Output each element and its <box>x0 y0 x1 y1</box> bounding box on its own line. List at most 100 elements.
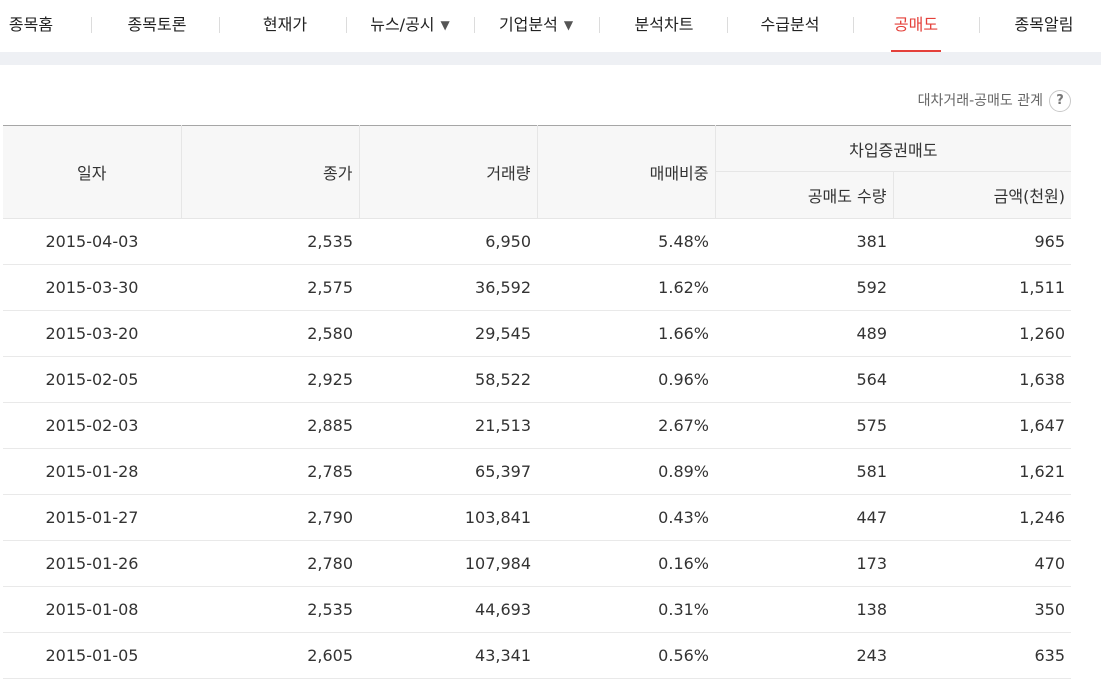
cell-close: 2,605 <box>181 632 359 679</box>
tab-divider <box>979 17 980 33</box>
cell-date: 2015-01-27 <box>3 494 181 541</box>
cell-close: 2,575 <box>181 264 359 311</box>
cell-trade-ratio: 1.62% <box>537 264 715 311</box>
cell-amount: 1,260 <box>893 310 1072 357</box>
header-trade-ratio: 매매비중 <box>537 125 716 219</box>
table-row: 2015-03-30 2,575 36,592 1.62% 592 1,511 <box>3 264 1072 311</box>
tab-label: 종목홈 <box>8 15 54 34</box>
header-short-qty: 공매도 수량 <box>715 171 894 219</box>
tab-divider <box>599 17 600 33</box>
cell-amount: 635 <box>893 632 1072 679</box>
table-row: 2015-03-20 2,580 29,545 1.66% 489 1,260 <box>3 310 1072 357</box>
cell-date: 2015-02-05 <box>3 356 181 403</box>
cell-date: 2015-02-03 <box>3 402 181 449</box>
cell-trade-ratio: 0.96% <box>537 356 715 403</box>
cell-trade-ratio: 1.66% <box>537 310 715 357</box>
tab-short-selling[interactable]: 공매도 <box>891 0 941 52</box>
cell-amount: 1,638 <box>893 356 1072 403</box>
tab-supply-demand[interactable]: 수급분석 <box>755 0 825 52</box>
chevron-down-icon: ▼ <box>563 18 574 32</box>
tab-label: 현재가 <box>262 15 308 34</box>
tab-label: 기업분석 <box>498 15 558 34</box>
chevron-down-icon: ▼ <box>440 18 450 32</box>
lending-short-relation-link[interactable]: 대차거래-공매도 관계? <box>918 89 1071 113</box>
cell-volume: 21,513 <box>359 402 537 449</box>
tab-divider <box>91 17 92 33</box>
tab-current-price[interactable]: 현재가 <box>254 0 316 52</box>
help-icon[interactable]: ? <box>1049 90 1071 112</box>
cell-short-qty: 243 <box>715 632 893 679</box>
cell-close: 2,535 <box>181 218 359 265</box>
header-amount: 금액(천원) <box>893 171 1072 219</box>
cell-close: 2,885 <box>181 402 359 449</box>
cell-volume: 107,984 <box>359 540 537 587</box>
cell-short-qty: 138 <box>715 586 893 633</box>
cell-volume: 29,545 <box>359 310 537 357</box>
cell-date: 2015-03-20 <box>3 310 181 357</box>
tab-label: 공매도 <box>893 15 939 34</box>
cell-volume: 6,950 <box>359 218 537 265</box>
tab-divider <box>346 17 347 33</box>
table-row: 2015-02-03 2,885 21,513 2.67% 575 1,647 <box>3 402 1072 449</box>
cell-amount: 1,511 <box>893 264 1072 311</box>
cell-close: 2,925 <box>181 356 359 403</box>
cell-short-qty: 564 <box>715 356 893 403</box>
tab-label: 종목알림 <box>1014 15 1074 34</box>
cell-short-qty: 381 <box>715 218 893 265</box>
cell-trade-ratio: 2.67% <box>537 402 715 449</box>
cell-date: 2015-01-26 <box>3 540 181 587</box>
tab-news-disclosure[interactable]: 뉴스/공시 ▼ <box>360 0 460 52</box>
table-row: 2015-04-03 2,535 6,950 5.48% 381 965 <box>3 218 1072 265</box>
table-body: 2015-04-03 2,535 6,950 5.48% 381 965 2015-03-3… <box>3 218 1072 679</box>
tab-label: 수급분석 <box>760 15 820 34</box>
table-row: 2015-01-08 2,535 44,693 0.31% 138 350 <box>3 586 1072 633</box>
table-row: 2015-01-26 2,780 107,984 0.16% 173 470 <box>3 540 1072 587</box>
cell-trade-ratio: 5.48% <box>537 218 715 265</box>
table-row: 2015-01-05 2,605 43,341 0.56% 243 635 <box>3 632 1072 679</box>
header-date: 일자 <box>3 125 182 219</box>
tab-divider <box>474 17 475 33</box>
stock-tab-bar: 종목홈 종목토론 현재가 뉴스/공시 ▼ 기업분석 ▼ 분석차트 수급분석 공매도 … <box>0 0 1101 52</box>
cell-close: 2,535 <box>181 586 359 633</box>
cell-date: 2015-01-05 <box>3 632 181 679</box>
cell-date: 2015-01-08 <box>3 586 181 633</box>
cell-trade-ratio: 0.89% <box>537 448 715 495</box>
tab-label: 뉴스/공시 <box>370 15 435 34</box>
cell-close: 2,580 <box>181 310 359 357</box>
cell-volume: 103,841 <box>359 494 537 541</box>
tab-stock-home[interactable]: 종목홈 <box>0 0 62 52</box>
tab-label: 종목토론 <box>127 15 187 34</box>
cell-short-qty: 173 <box>715 540 893 587</box>
cell-trade-ratio: 0.43% <box>537 494 715 541</box>
cell-close: 2,790 <box>181 494 359 541</box>
tab-stock-alert[interactable]: 종목알림 <box>1010 0 1078 52</box>
header-close: 종가 <box>181 125 360 219</box>
tab-label: 분석차트 <box>634 15 694 34</box>
cell-short-qty: 489 <box>715 310 893 357</box>
header-volume: 거래량 <box>359 125 538 219</box>
table-row: 2015-01-27 2,790 103,841 0.43% 447 1,246 <box>3 494 1072 541</box>
cell-volume: 58,522 <box>359 356 537 403</box>
cell-volume: 44,693 <box>359 586 537 633</box>
cell-short-qty: 447 <box>715 494 893 541</box>
short-selling-table: 일자 종가 거래량 매매비중 차입증권매도 공매도 수량 금액(천원) 2015… <box>3 125 1072 679</box>
cell-amount: 965 <box>893 218 1072 265</box>
cell-date: 2015-04-03 <box>3 218 181 265</box>
cell-short-qty: 592 <box>715 264 893 311</box>
tab-divider <box>853 17 854 33</box>
cell-close: 2,785 <box>181 448 359 495</box>
cell-amount: 1,246 <box>893 494 1072 541</box>
cell-short-qty: 581 <box>715 448 893 495</box>
cell-amount: 1,621 <box>893 448 1072 495</box>
tab-company-analysis[interactable]: 기업분석 ▼ <box>491 0 581 52</box>
table-row: 2015-02-05 2,925 58,522 0.96% 564 1,638 <box>3 356 1072 403</box>
cell-volume: 43,341 <box>359 632 537 679</box>
table-row: 2015-01-28 2,785 65,397 0.89% 581 1,621 <box>3 448 1072 495</box>
cell-amount: 1,647 <box>893 402 1072 449</box>
tab-divider <box>219 17 220 33</box>
tab-analysis-chart[interactable]: 분석차트 <box>629 0 699 52</box>
header-borrowed-sell-group: 차입증권매도 <box>715 125 1072 172</box>
tab-divider <box>727 17 728 33</box>
cell-trade-ratio: 0.56% <box>537 632 715 679</box>
tab-stock-discussion[interactable]: 종목토론 <box>118 0 196 52</box>
